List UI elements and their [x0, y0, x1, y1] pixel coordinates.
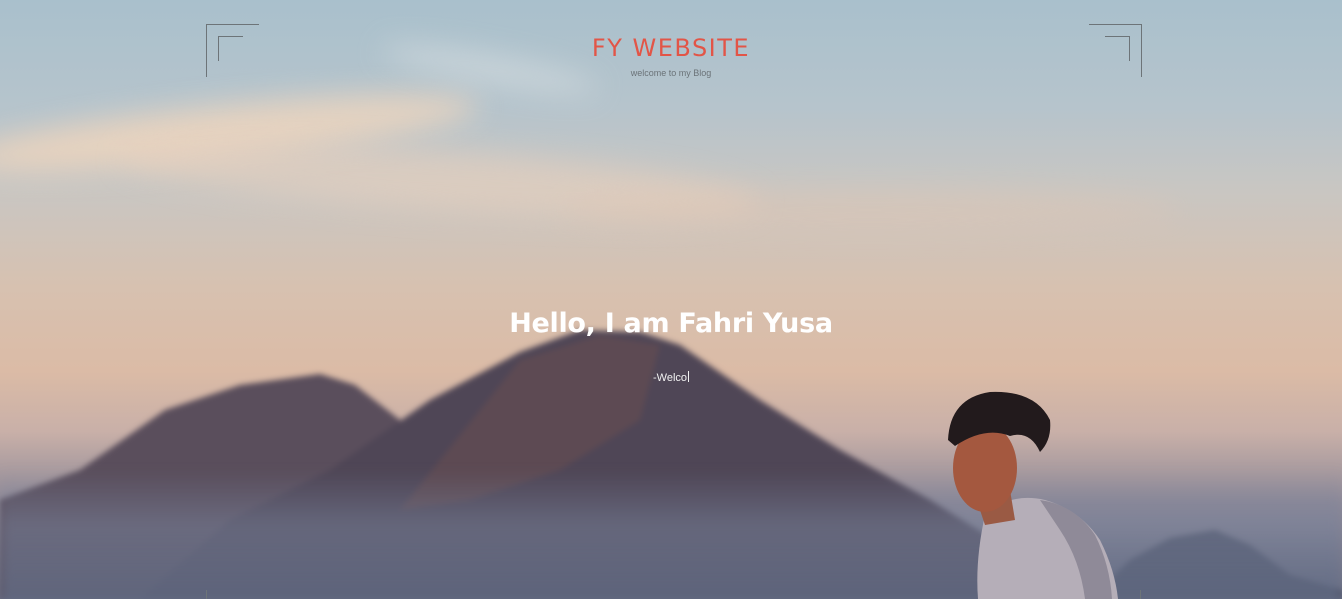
hero-section: FY WEBSITE welcome to my Blog Hello, I a… — [0, 0, 1342, 599]
site-tagline: welcome to my Blog — [630, 68, 712, 78]
person-photo — [948, 391, 1118, 599]
typed-text: -Welco — [652, 372, 688, 384]
typed-text-line: -Welco — [0, 371, 1342, 384]
frame-corner-bottom-left — [206, 590, 209, 599]
hero-heading: Hello, I am Fahri Yusa — [509, 308, 833, 339]
site-header: FY WEBSITE welcome to my Blog — [0, 34, 1342, 78]
frame-corner-bottom-right — [1140, 590, 1143, 599]
site-logo-link[interactable]: FY WEBSITE — [592, 34, 750, 62]
typing-cursor — [688, 371, 690, 382]
